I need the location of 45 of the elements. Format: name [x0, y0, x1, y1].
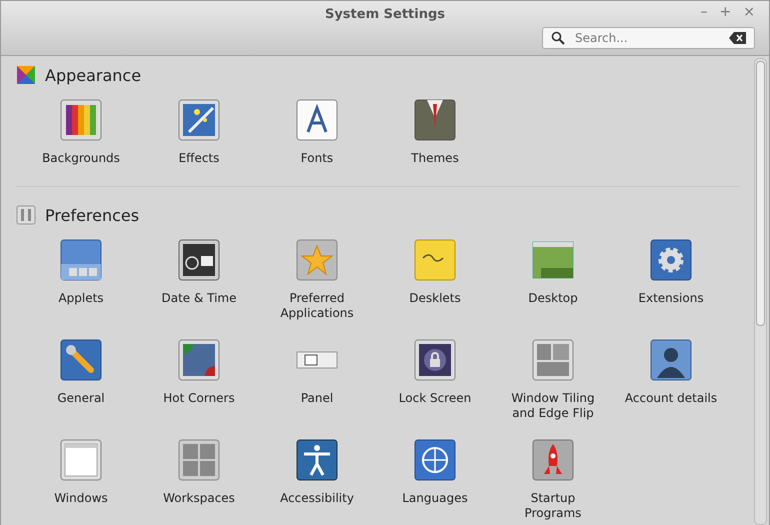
settings-item-label[interactable]: Account details: [624, 391, 718, 406]
rocket-icon[interactable]: [531, 438, 575, 482]
wrench-icon[interactable]: [59, 338, 103, 382]
settings-item-label[interactable]: Preferred Applications: [266, 291, 368, 321]
tiles-icon[interactable]: [531, 338, 575, 382]
section-title: Appearance: [45, 66, 142, 84]
settings-item-label[interactable]: Panel: [300, 391, 334, 406]
scrollbar-thumb[interactable]: [756, 61, 765, 326]
section-title: Preferences: [45, 206, 140, 224]
settings-item-label[interactable]: Desktop: [528, 291, 578, 306]
globe-icon[interactable]: [413, 438, 457, 482]
panel-layout-icon[interactable]: [59, 238, 103, 282]
settings-item-label[interactable]: Languages: [402, 491, 468, 506]
settings-item-label[interactable]: Lock Screen: [398, 391, 472, 406]
window-title: System Settings: [324, 6, 446, 22]
figure-icon[interactable]: [295, 438, 339, 482]
settings-item-label[interactable]: Date & Time: [161, 291, 237, 306]
blank-window-icon[interactable]: [59, 438, 103, 482]
letter-a-icon[interactable]: [295, 98, 339, 142]
color-wheel-icon: [16, 65, 36, 85]
settings-item-label[interactable]: Workspaces: [163, 491, 235, 506]
corners-icon[interactable]: [177, 338, 221, 382]
settings-item-label[interactable]: Hot Corners: [163, 391, 235, 406]
settings-item-label[interactable]: Window Tiling and Edge Flip: [502, 391, 604, 421]
settings-item-label[interactable]: Accessibility: [280, 491, 354, 506]
gear-icon[interactable]: [649, 238, 693, 282]
settings-item-label[interactable]: Extensions: [638, 291, 704, 306]
clear-icon[interactable]: [729, 32, 746, 44]
settings-item-label[interactable]: Desklets: [409, 291, 461, 306]
search-field[interactable]: Search...: [573, 30, 721, 46]
settings-item-label[interactable]: General: [57, 391, 105, 406]
person-icon[interactable]: [649, 338, 693, 382]
settings-item-label[interactable]: Backgrounds: [42, 151, 120, 166]
suit-icon[interactable]: [413, 98, 457, 142]
settings-item-label[interactable]: Fonts: [300, 151, 334, 166]
settings-item-label[interactable]: Effects: [178, 151, 220, 166]
search-box[interactable]: Search...: [542, 27, 755, 49]
settings-item-label[interactable]: Windows: [54, 491, 108, 506]
settings-item-label[interactable]: Themes: [411, 151, 459, 166]
padlock-icon[interactable]: [413, 338, 457, 382]
settings-item-label[interactable]: Startup Programs: [502, 491, 604, 521]
search-icon: [551, 31, 565, 45]
scrollbar[interactable]: [754, 58, 767, 525]
stripes-icon[interactable]: [59, 98, 103, 142]
settings-item-label[interactable]: Applets: [58, 291, 104, 306]
